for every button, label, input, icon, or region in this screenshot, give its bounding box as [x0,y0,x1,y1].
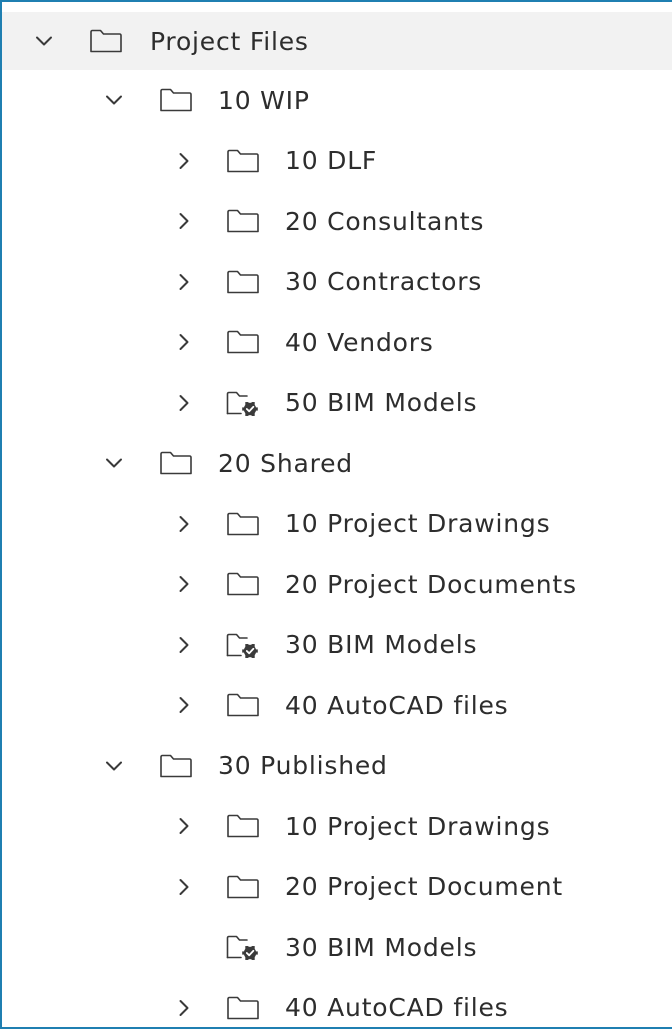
folder-label: 30 Contractors [285,267,483,297]
folder-icon [225,328,261,356]
folder-label: 10 Project Drawings [285,509,551,539]
folder-icon [158,86,194,114]
folder-label: 20 Project Documents [285,569,577,599]
tree-item-group[interactable]: 10 WIP [2,70,672,131]
tree-item-folder[interactable]: 40 AutoCAD files [2,978,672,1028]
folder-icon [225,812,261,840]
folder-icon [225,268,261,296]
chevron-down-icon[interactable] [100,86,128,114]
chevron-right-icon[interactable] [170,207,198,235]
folder-label: 20 Project Document [285,872,563,902]
tree-item-folder[interactable]: 30 Contractors [2,252,672,313]
chevron-right-icon[interactable] [170,812,198,840]
tree-item-folder[interactable]: 30 BIM Models [2,917,672,978]
folder-label: 30 BIM Models [285,932,478,962]
chevron-right-icon[interactable] [170,389,198,417]
chevron-right-icon[interactable] [170,631,198,659]
tree-item-folder[interactable]: 30 BIM Models [2,615,672,676]
tree-item-group[interactable]: 20 Shared [2,433,672,494]
folder-icon [88,27,124,55]
folder-label: 40 AutoCAD files [285,690,509,720]
folder-icon [225,510,261,538]
tree-item-folder[interactable]: 40 AutoCAD files [2,675,672,736]
folder-icon [158,752,194,780]
tree-item-folder[interactable]: 50 BIM Models [2,373,672,434]
tree-item-folder[interactable]: 20 Consultants [2,191,672,252]
folder-settings-icon [225,631,261,659]
chevron-right-icon[interactable] [170,147,198,175]
folder-label: 10 Project Drawings [285,811,551,841]
chevron-right-icon[interactable] [170,570,198,598]
folder-label: 30 Published [218,751,388,781]
folder-label: 20 Consultants [285,206,485,236]
tree-item-folder[interactable]: 40 Vendors [2,312,672,373]
chevron-down-icon[interactable] [30,27,58,55]
folder-icon [225,691,261,719]
tree-item-folder[interactable]: 10 DLF [2,131,672,192]
chevron-right-icon[interactable] [170,268,198,296]
tree-item-group[interactable]: 30 Published [2,736,672,797]
chevron-right-icon[interactable] [170,510,198,538]
chevron-right-icon[interactable] [170,873,198,901]
chevron-right-icon[interactable] [170,328,198,356]
folder-label: 30 BIM Models [285,630,478,660]
tree-item-folder[interactable]: 20 Project Documents [2,554,672,615]
folder-icon [225,147,261,175]
folder-icon [225,873,261,901]
tree-item-folder[interactable]: 20 Project Document [2,857,672,918]
folder-icon [225,207,261,235]
chevron-right-icon[interactable] [170,691,198,719]
folder-icon [225,994,261,1022]
tree-item-project-files[interactable]: Project Files [2,12,672,70]
folder-label: 10 DLF [285,146,378,176]
folder-label: 40 Vendors [285,327,434,357]
folder-tree: Project Files 10 WIP 10 DLF 20 Consultants 3… [2,12,672,1028]
folder-icon [158,449,194,477]
folder-label: 40 AutoCAD files [285,993,509,1023]
folder-label: 10 WIP [218,85,310,115]
folder-label: Project Files [150,26,309,56]
folder-icon [225,570,261,598]
chevron-down-icon[interactable] [100,449,128,477]
folder-label: 20 Shared [218,448,353,478]
chevron-down-icon[interactable] [100,752,128,780]
tree-item-folder[interactable]: 10 Project Drawings [2,796,672,857]
folder-label: 50 BIM Models [285,388,478,418]
chevron-right-icon[interactable] [170,994,198,1022]
folder-settings-icon [225,933,261,961]
folder-settings-icon [225,389,261,417]
folder-tree-panel: Project Files 10 WIP 10 DLF 20 Consultants 3… [0,0,672,1029]
tree-item-folder[interactable]: 10 Project Drawings [2,494,672,555]
